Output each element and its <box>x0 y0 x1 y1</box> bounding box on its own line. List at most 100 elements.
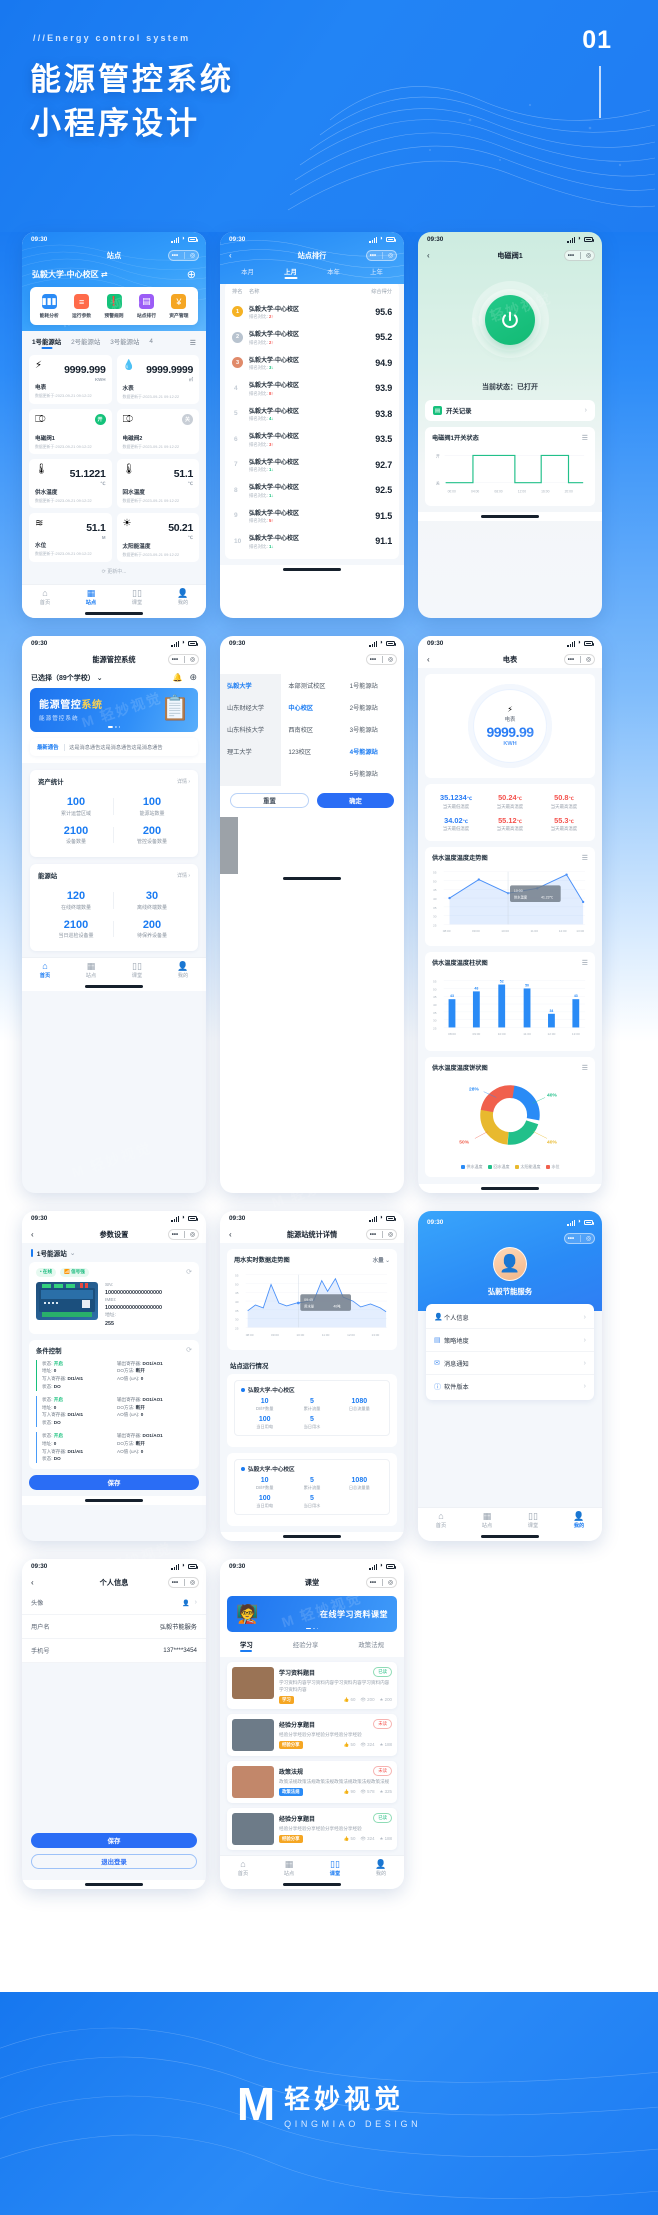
p5-column-schools[interactable]: 弘毅大学 山东财经大学 山东科技大学 理工大学 <box>220 674 282 786</box>
picker-option[interactable]: 4号能源站 <box>346 740 401 762</box>
p1-metric-card[interactable]: ☀ 50.21 ℃ 太阳能温度 数据更新于:2023-09-21 09:12:22 <box>116 513 199 562</box>
power-button[interactable] <box>485 294 535 345</box>
more-dots-icon[interactable]: ••• <box>172 1232 178 1238</box>
target-icon[interactable]: ◎ <box>190 656 195 663</box>
chevron-down-icon[interactable]: ⌄ <box>97 675 103 682</box>
p1-metric-card[interactable]: ⎄ 关电磁阀2 数据更新于:2023-09-21 09:12:22 <box>116 409 199 454</box>
list-item[interactable]: 经验分享题目 已读 经验分享经验分享经验分享经验分享经验 经验分享 👍 50 👁 324 ★… <box>227 1808 397 1851</box>
target-icon[interactable]: ◎ <box>388 252 393 259</box>
wechat-capsule[interactable]: ••• ◎ <box>366 1576 397 1589</box>
picker-option[interactable]: 2号能源站 <box>346 696 401 718</box>
chevron-right-icon[interactable]: › <box>584 1383 586 1390</box>
more-dots-icon[interactable]: ••• <box>568 657 574 663</box>
p5-column-stations[interactable]: 1号能源站 2号能源站 3号能源站 4号能源站 5号能源站 <box>343 674 404 786</box>
confirm-button[interactable]: 确定 <box>317 793 394 808</box>
p1-menu-item-3[interactable]: ▤ 站点排行 <box>130 294 162 319</box>
valve-state-badge[interactable]: 开 <box>94 414 106 425</box>
target-icon[interactable]: ◎ <box>586 656 591 663</box>
more-dots-icon[interactable]: ••• <box>568 253 574 259</box>
more-dots-icon[interactable]: ••• <box>370 253 376 259</box>
profile-menu-item[interactable]: ✉ 消息通知 › <box>426 1351 594 1374</box>
picker-option[interactable]: 理工大学 <box>223 740 278 762</box>
p4-station-more[interactable]: 详情 › <box>177 872 190 879</box>
p11-tab-1[interactable]: 经验分享 <box>293 1640 319 1652</box>
table-row[interactable]: 5 弘毅大学-中心校区 排名对比: 4↓ 93.8 <box>232 401 392 427</box>
back-icon[interactable]: ‹ <box>229 1230 232 1239</box>
p4-banner-dots[interactable] <box>107 726 121 728</box>
target-icon[interactable]: ◎ <box>190 252 195 259</box>
wechat-capsule[interactable]: ••• ◎ <box>168 1228 199 1241</box>
wechat-capsule[interactable]: ••• ◎ <box>366 1228 397 1241</box>
wechat-capsule[interactable]: ••• ◎ <box>168 1576 199 1589</box>
wechat-capsule[interactable]: ••• ◎ <box>366 653 397 666</box>
p4-notice-bar[interactable]: 最新通告 这是消息通告这是消息通告这是消息通告 <box>30 738 198 756</box>
menu-icon[interactable]: ☰ <box>582 434 588 442</box>
legend-item[interactable]: 水位 <box>545 1164 560 1170</box>
table-row[interactable]: 3 弘毅大学-中心校区 排名对比: 3↓ 94.9 <box>232 350 392 376</box>
p1-metric-card[interactable]: 🌡 51.1221 ℃ 供水温度 数据更新于:2023-09-21 09:12:22 <box>29 459 112 508</box>
p11-banner-dots[interactable] <box>306 1627 318 1629</box>
tabbar-item-我的[interactable]: 👤 我的 <box>160 961 206 980</box>
p3-switch-record-row[interactable]: ▤ 开关记录 › <box>425 400 595 421</box>
p2-tab-0[interactable]: 本月 <box>226 267 269 279</box>
back-icon[interactable]: ‹ <box>31 1230 34 1239</box>
wechat-capsule[interactable]: ••• ◎ <box>564 1232 595 1245</box>
p1-tab-1[interactable]: 2号能源站 <box>71 337 100 348</box>
picker-option[interactable]: 中心校区 <box>284 696 339 718</box>
legend-item[interactable]: 回水温度 <box>487 1164 510 1170</box>
target-icon[interactable]: ◎ <box>388 656 393 663</box>
back-icon[interactable]: ‹ <box>427 655 430 664</box>
list-item[interactable]: 弘毅大学-中心校区 10 DI/IF数量 5 累计流量 1080 日总流量量 100 当日用电 5… <box>234 1380 390 1436</box>
p4-asset-more[interactable]: 详情 › <box>177 778 190 785</box>
table-row[interactable]: 6 弘毅大学-中心校区 排名对比: 3↑ 93.5 <box>232 427 392 453</box>
info-row[interactable]: 头像 👤 › <box>22 1591 206 1615</box>
wechat-capsule[interactable]: ••• ◎ <box>564 249 595 262</box>
list-view-icon[interactable]: ☰ <box>190 339 196 347</box>
reset-button[interactable]: 重置 <box>230 793 309 808</box>
p1-tab-3[interactable]: 4 <box>149 338 153 347</box>
info-row[interactable]: 手机号 137****3454 <box>22 1639 206 1663</box>
wechat-capsule[interactable]: ••• ◎ <box>168 249 199 262</box>
list-item[interactable]: 学习资料题目 已读 学习资料内容学习资料内容学习资料内容学习资料内容学习资料内容 学习… <box>227 1662 397 1710</box>
swap-icon[interactable]: ⇄ <box>101 270 108 279</box>
chevron-down-icon[interactable]: ⌄ <box>70 1249 76 1257</box>
back-icon[interactable]: ‹ <box>427 251 430 260</box>
more-dots-icon[interactable]: ••• <box>172 657 178 663</box>
table-row[interactable]: 4 弘毅大学-中心校区 排名对比: 8↑ 93.9 <box>232 376 392 402</box>
table-row[interactable]: 1 弘毅大学-中心校区 排名对比: 2↑ 95.6 <box>232 299 392 325</box>
p1-menu-item-0[interactable]: ▮▮▮ 能耗分析 <box>33 294 65 319</box>
more-dots-icon[interactable]: ••• <box>370 1232 376 1238</box>
p1-menu-item-1[interactable]: ≡ 运行参数 <box>65 294 97 319</box>
list-item[interactable]: 政策法规 未读 政策法规政策法规政策法规政策法规政策法规政策法规 政策法规 👍 90 👁 … <box>227 1761 397 1804</box>
p1-metric-card[interactable]: 💧 9999.9999 ㎡水表 数据更新于:2023-09-21 09:12:22 <box>116 355 199 404</box>
menu-icon[interactable]: ☰ <box>582 959 588 967</box>
p11-banner[interactable]: 🧑‍🏫 在线学习资料课堂 <box>227 1596 397 1632</box>
tabbar-item-我的[interactable]: 👤 我的 <box>160 588 206 607</box>
picker-option[interactable]: 5号能源站 <box>346 762 401 784</box>
logout-button[interactable]: 退出登录 <box>31 1854 197 1870</box>
p1-metric-card[interactable]: ⚡ 9999.999 KWH 电表 数据更新于:2023-09-21 09:12:22 <box>29 355 112 404</box>
more-dots-icon[interactable]: ••• <box>172 253 178 259</box>
tabbar-item-课堂[interactable]: ▯▯ 课堂 <box>114 588 160 607</box>
refresh-icon[interactable]: ⟳ <box>186 1346 192 1354</box>
target-icon[interactable]: ◎ <box>388 1231 393 1238</box>
picker-option[interactable]: 西南校区 <box>284 718 339 740</box>
target-icon[interactable]: ◎ <box>586 252 591 259</box>
tabbar-item-课堂[interactable]: ▯▯ 课堂 <box>510 1511 556 1530</box>
picker-option[interactable]: 山东科技大学 <box>223 718 278 740</box>
picker-option[interactable]: 山东财经大学 <box>223 696 278 718</box>
p1-metric-card[interactable]: ⎄ 开电磁阀1 数据更新于:2023-09-21 09:12:22 <box>29 409 112 454</box>
wechat-capsule[interactable]: ••• ◎ <box>564 653 595 666</box>
p1-tab-0[interactable]: 1号能源站 <box>32 337 61 348</box>
more-dots-icon[interactable]: ••• <box>370 657 376 663</box>
legend-item[interactable]: 太阳能温度 <box>514 1164 541 1170</box>
tabbar-item-站点[interactable]: ▦ 站点 <box>464 1511 510 1530</box>
tabbar-item-我的[interactable]: 👤 我的 <box>556 1511 602 1530</box>
tabbar-item-站点[interactable]: ▦ 站点 <box>68 961 114 980</box>
p7-station-selector[interactable]: 1号能源站 ⌄ <box>22 1243 206 1262</box>
p1-site-selector[interactable]: 弘毅大学-中心校区 ⇄ ⊕ <box>22 264 206 287</box>
p1-metric-card[interactable]: ≋ 51.1 M 水位 数据更新于:2023-09-21 09:12:22 <box>29 513 112 562</box>
tabbar-item-课堂[interactable]: ▯▯ 课堂 <box>114 961 160 980</box>
target-icon[interactable]: ◎ <box>586 1235 591 1242</box>
p2-tab-2[interactable]: 本年 <box>312 267 355 279</box>
